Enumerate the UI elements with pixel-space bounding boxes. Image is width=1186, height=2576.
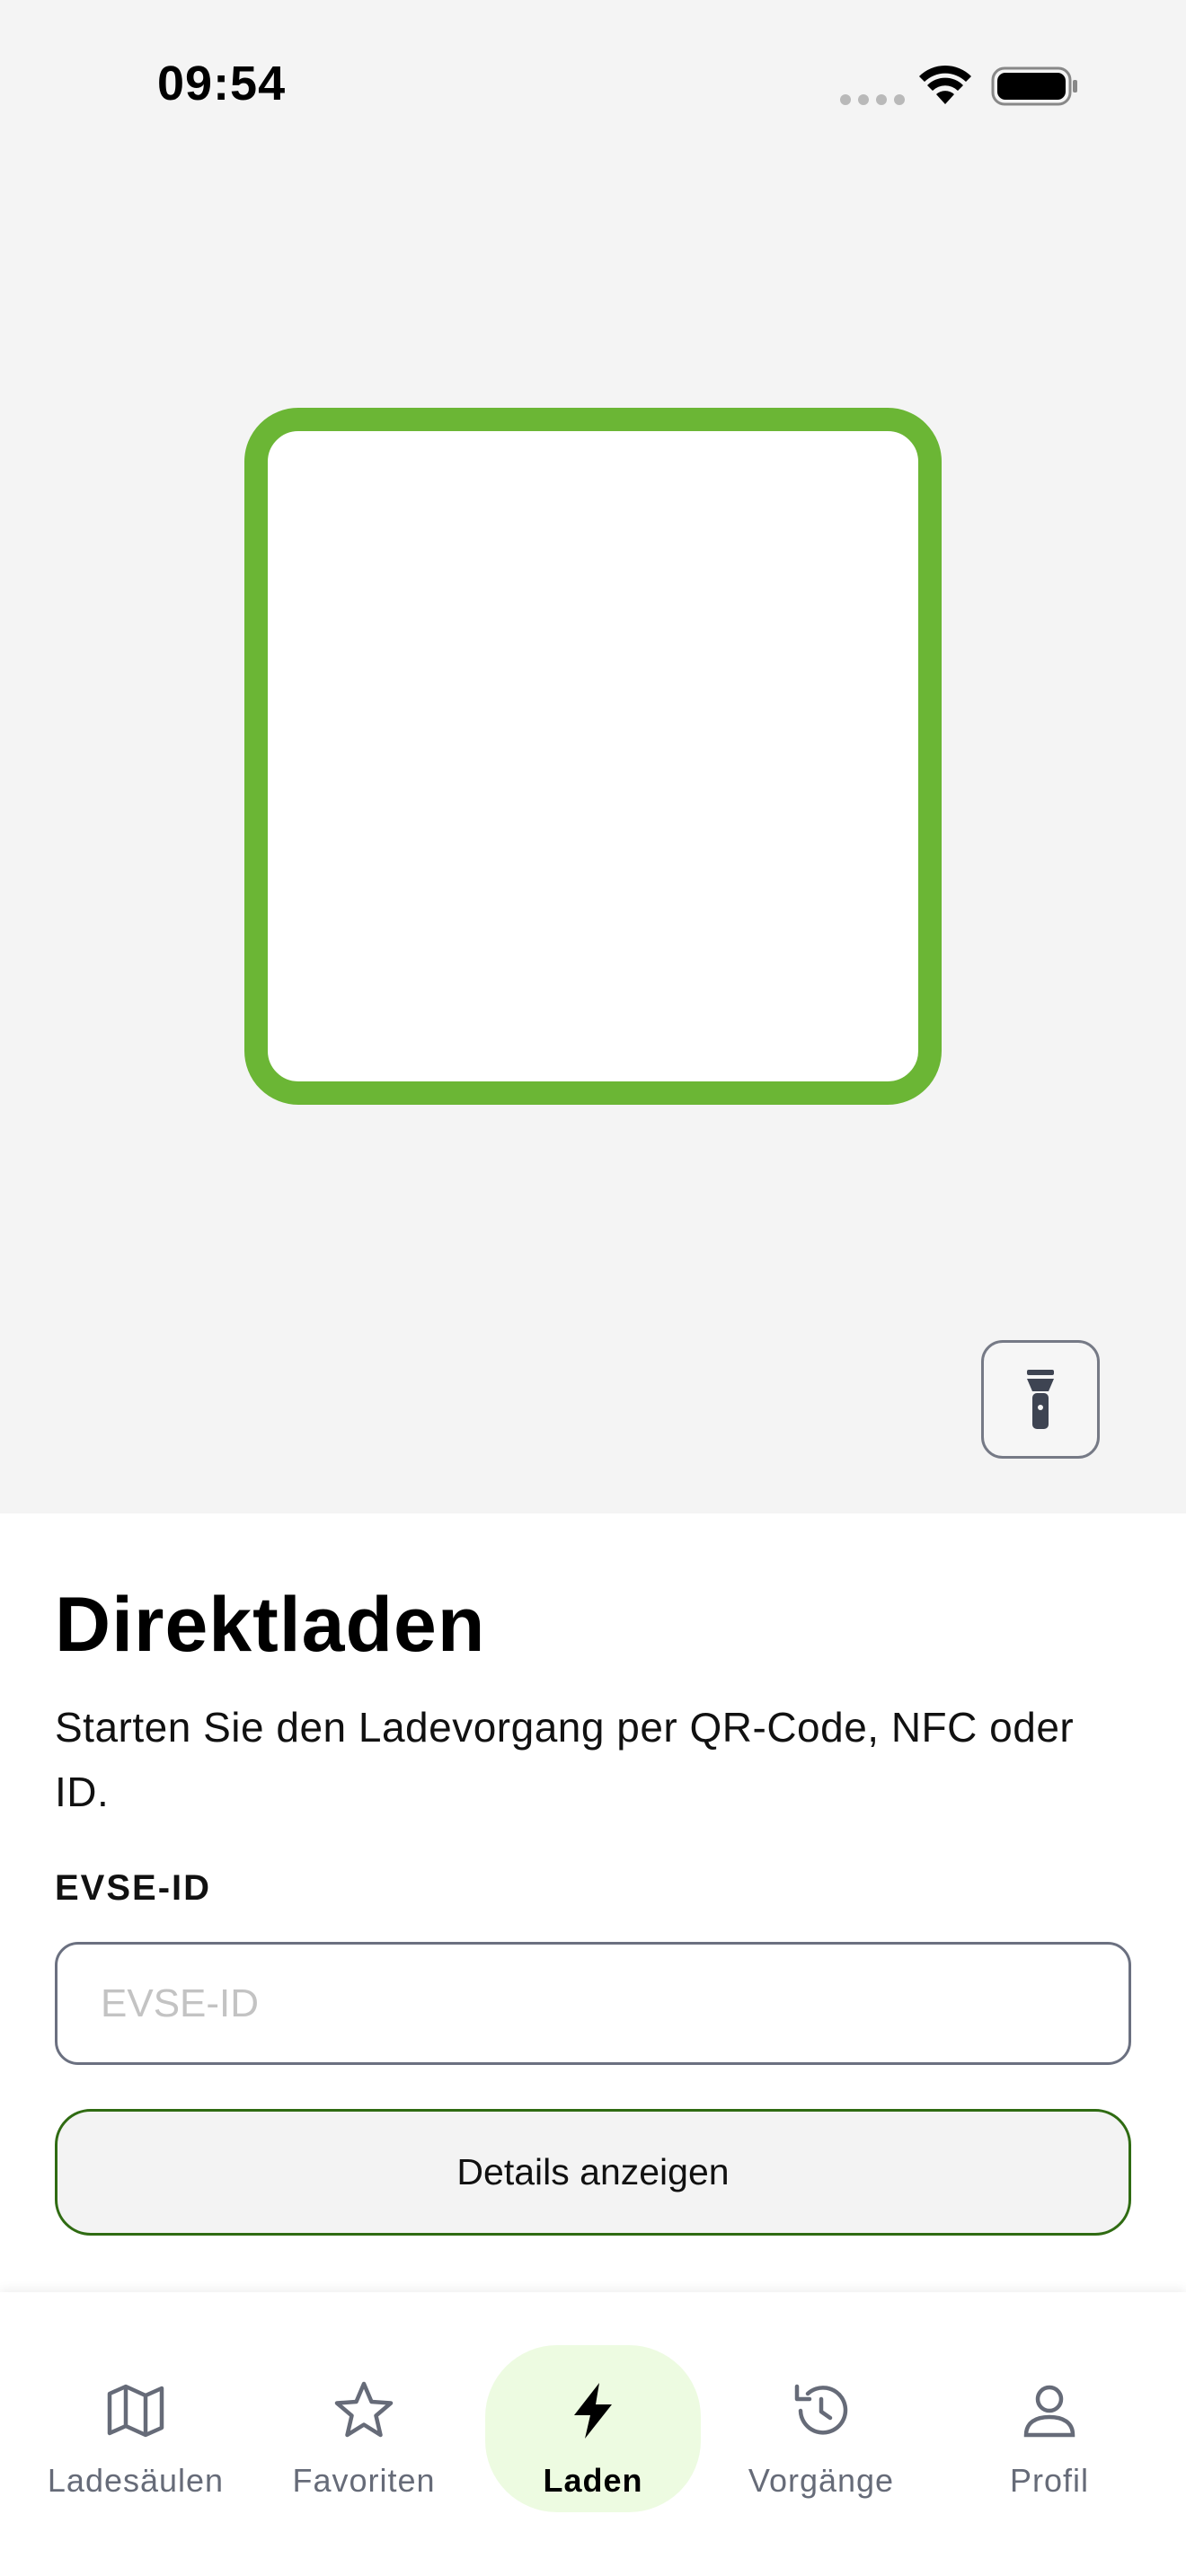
bottom-tab-bar: Ladesäulen Favoriten Laden Vorgänge Prof…: [0, 2292, 1186, 2576]
flashlight-icon: [1027, 1370, 1054, 1429]
tab-label: Laden: [543, 2462, 643, 2499]
app-screen: 09:54 Direktladen Starten Sie den Ladevo…: [0, 0, 1186, 2576]
tab-label: Ladesäulen: [47, 2462, 225, 2499]
tab-ladesaeulen[interactable]: Ladesäulen: [28, 2345, 243, 2512]
tab-vorgaenge[interactable]: Vorgänge: [713, 2345, 929, 2512]
wifi-icon: [919, 65, 971, 104]
tab-laden[interactable]: Laden: [485, 2345, 701, 2512]
tab-favoriten[interactable]: Favoriten: [256, 2345, 472, 2512]
status-bar: 09:54: [0, 0, 1186, 180]
status-time: 09:54: [157, 57, 287, 110]
tab-profil[interactable]: Profil: [942, 2345, 1157, 2512]
battery-icon: [991, 66, 1077, 106]
cellular-signal-icon: [840, 94, 905, 105]
lightning-icon: [574, 2383, 612, 2439]
star-icon: [334, 2381, 394, 2438]
user-icon: [1023, 2385, 1075, 2438]
tab-label: Profil: [1009, 2462, 1090, 2499]
tab-label: Vorgänge: [748, 2462, 895, 2499]
evse-id-input[interactable]: [55, 1942, 1131, 2065]
flashlight-button[interactable]: [981, 1340, 1100, 1459]
page-title: Direktladen: [55, 1582, 486, 1668]
qr-scanner-view: 09:54: [0, 0, 1186, 1513]
scan-frame: [244, 408, 942, 1105]
page-subtitle: Starten Sie den Ladevorgang per QR-Code,…: [55, 1704, 1075, 1815]
evse-id-label: EVSE-ID: [55, 1868, 212, 1908]
history-icon: [794, 2384, 848, 2435]
details-button[interactable]: Details anzeigen: [55, 2109, 1131, 2236]
tab-label: Favoriten: [292, 2462, 436, 2499]
map-icon: [107, 2384, 164, 2438]
